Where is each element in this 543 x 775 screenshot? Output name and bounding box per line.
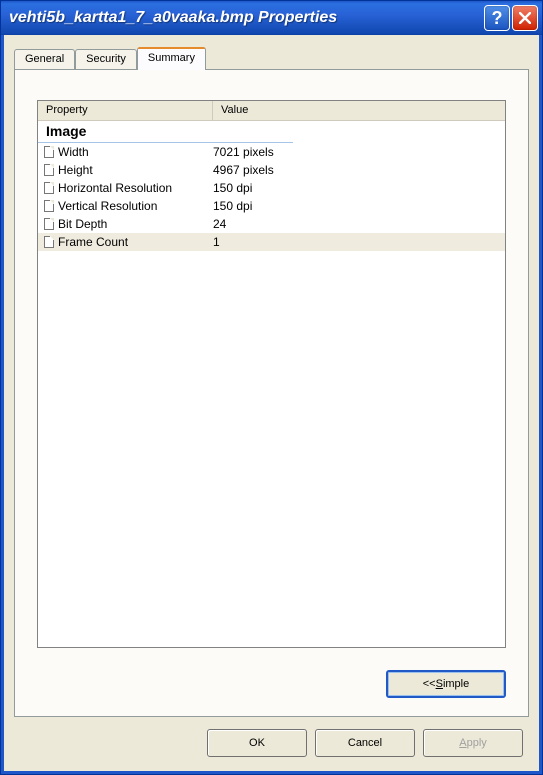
list-header: Property Value [38, 101, 505, 121]
table-row[interactable]: Vertical Resolution 150 dpi [38, 197, 505, 215]
document-icon [44, 182, 54, 194]
prop-name: Frame Count [58, 235, 128, 249]
prop-value: 1 [213, 235, 505, 249]
close-button[interactable] [512, 5, 538, 31]
prop-value: 150 dpi [213, 199, 505, 213]
properties-dialog: vehti5b_kartta1_7_a0vaaka.bmp Properties… [0, 0, 543, 775]
document-icon [44, 200, 54, 212]
document-icon [44, 218, 54, 230]
column-header-value[interactable]: Value [213, 101, 505, 120]
document-icon [44, 164, 54, 176]
cancel-button[interactable]: Cancel [315, 729, 415, 757]
table-row[interactable]: Horizontal Resolution 150 dpi [38, 179, 505, 197]
property-list[interactable]: Property Value Image Width 7021 pixels H… [37, 100, 506, 648]
prop-name: Horizontal Resolution [58, 181, 172, 195]
table-row[interactable]: Width 7021 pixels [38, 143, 505, 161]
ok-button[interactable]: OK [207, 729, 307, 757]
table-row[interactable]: Frame Count 1 [38, 233, 505, 251]
title-bar: vehti5b_kartta1_7_a0vaaka.bmp Properties… [1, 1, 542, 35]
column-header-property[interactable]: Property [38, 101, 213, 120]
dialog-buttons: OK Cancel Apply [14, 717, 529, 761]
tab-summary[interactable]: Summary [137, 47, 206, 70]
simple-button[interactable]: << Simple [386, 670, 506, 698]
prop-name: Height [58, 163, 93, 177]
tab-panel-summary: Property Value Image Width 7021 pixels H… [14, 69, 529, 717]
tab-security[interactable]: Security [75, 49, 137, 69]
table-row[interactable]: Bit Depth 24 [38, 215, 505, 233]
prop-name: Width [58, 145, 89, 159]
window-title: vehti5b_kartta1_7_a0vaaka.bmp Properties [9, 9, 484, 27]
tab-strip: General Security Summary [14, 47, 529, 69]
list-body: Image Width 7021 pixels Height 4967 pixe… [38, 121, 505, 647]
prop-value: 7021 pixels [213, 145, 505, 159]
table-row[interactable]: Height 4967 pixels [38, 161, 505, 179]
group-image: Image [38, 121, 293, 143]
client-area: General Security Summary Property Value … [1, 35, 542, 774]
prop-value: 4967 pixels [213, 163, 505, 177]
window-buttons: ? [484, 5, 538, 31]
tab-general[interactable]: General [14, 49, 75, 69]
prop-value: 150 dpi [213, 181, 505, 195]
close-icon [519, 12, 531, 24]
document-icon [44, 236, 54, 248]
prop-value: 24 [213, 217, 505, 231]
help-button[interactable]: ? [484, 5, 510, 31]
prop-name: Vertical Resolution [58, 199, 157, 213]
apply-button: Apply [423, 729, 523, 757]
document-icon [44, 146, 54, 158]
panel-buttons: << Simple [37, 648, 506, 698]
prop-name: Bit Depth [58, 217, 107, 231]
